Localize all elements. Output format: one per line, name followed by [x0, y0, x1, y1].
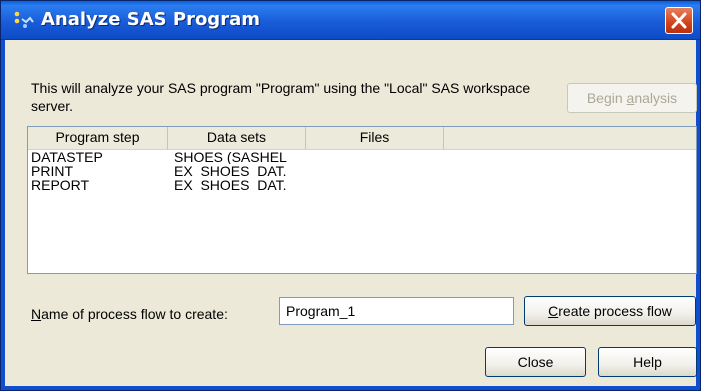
window-frame-left: [1, 40, 5, 390]
create-process-flow-button[interactable]: Create process flow: [524, 296, 696, 326]
window-title: Analyze SAS Program: [41, 9, 260, 30]
cell-data-sets: EX_SHOES_DAT.: [174, 164, 287, 178]
column-header-program-step[interactable]: Program step: [28, 127, 168, 149]
close-window-button[interactable]: [665, 7, 693, 34]
create-flow-label: reate process flow: [558, 303, 672, 319]
process-flow-name-input[interactable]: Program_1: [279, 297, 514, 325]
cell-program-step: DATASTEP: [31, 150, 103, 164]
flow-label-accel: N: [31, 306, 42, 322]
close-button[interactable]: Close: [485, 347, 586, 377]
column-header-files[interactable]: Files: [306, 127, 444, 149]
process-flow-name-label: Name of process flow to create:: [31, 305, 228, 323]
cell-data-sets: EX_SHOES_DAT.: [174, 178, 287, 192]
description-text: This will analyze your SAS program "Prog…: [31, 80, 531, 114]
list-header: Program step Data sets Files: [28, 127, 696, 150]
create-flow-accel: C: [548, 303, 559, 319]
program-steps-list[interactable]: Program step Data sets Files DATASTEP SH…: [27, 126, 697, 274]
begin-analysis-button[interactable]: Begin analysis: [567, 83, 697, 113]
table-row[interactable]: DATASTEP SHOES (SASHEL: [28, 150, 696, 164]
flow-label-text: ame of process flow to create:: [41, 306, 228, 322]
help-button[interactable]: Help: [598, 347, 697, 377]
close-icon: [671, 12, 687, 29]
sas-analyze-icon: [14, 11, 34, 28]
cell-data-sets: SHOES (SASHEL: [174, 150, 287, 164]
table-row[interactable]: PRINT EX_SHOES_DAT.: [28, 164, 696, 178]
begin-analysis-label-post: nalysis: [634, 90, 678, 106]
column-header-data-sets[interactable]: Data sets: [168, 127, 306, 149]
begin-analysis-label-pre: Begin: [586, 90, 627, 106]
table-row[interactable]: REPORT EX_SHOES_DAT.: [28, 178, 696, 192]
cell-program-step: PRINT: [31, 164, 73, 178]
analyze-sas-program-dialog: Analyze SAS Program This will analyze yo…: [0, 0, 701, 391]
cell-program-step: REPORT: [31, 178, 90, 192]
title-bar[interactable]: Analyze SAS Program: [1, 1, 700, 40]
window-frame-bottom: [1, 386, 700, 390]
